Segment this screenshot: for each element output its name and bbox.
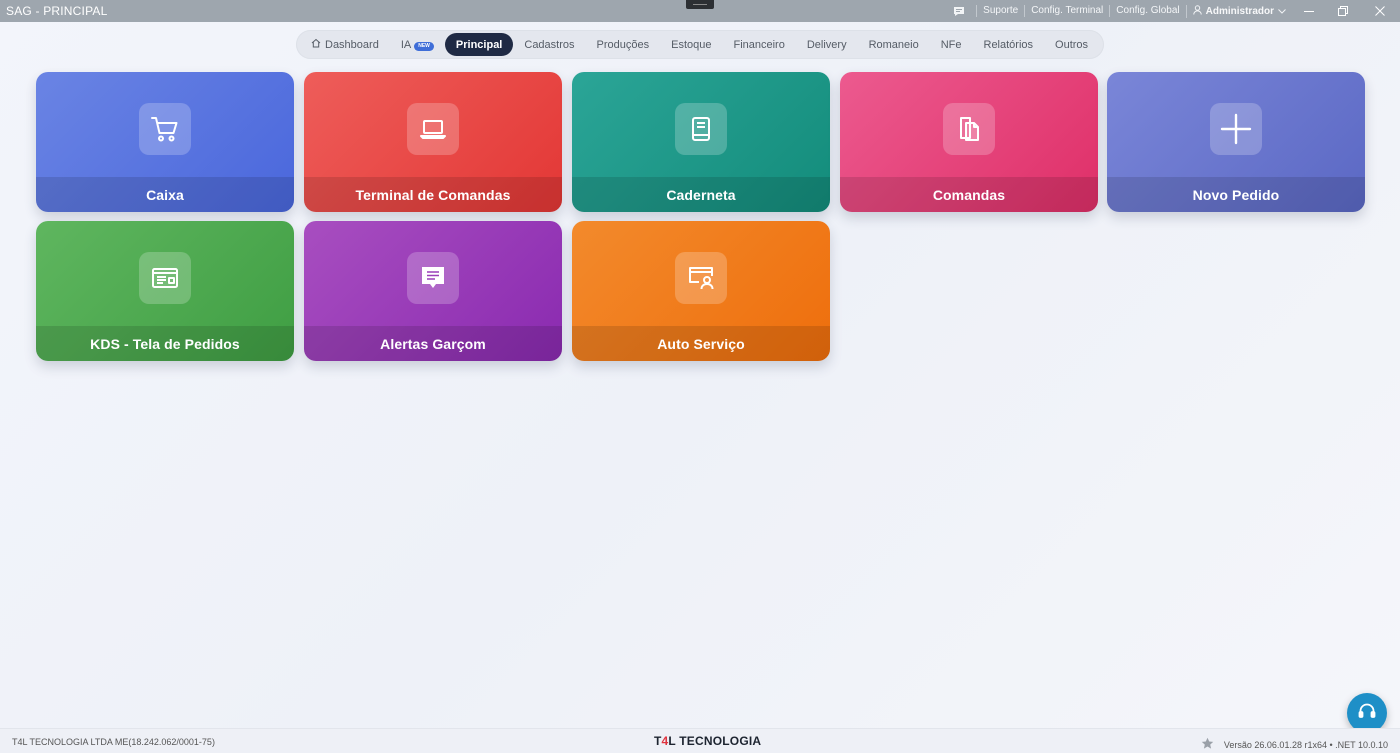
- tab-label: Outros: [1055, 38, 1089, 51]
- chat-icon[interactable]: [952, 5, 966, 17]
- display-icon: [139, 252, 191, 304]
- cart-icon: [139, 103, 191, 155]
- config-global-link[interactable]: Config. Global: [1109, 5, 1185, 17]
- minimize-button[interactable]: [1292, 0, 1326, 22]
- notebook-icon: [675, 103, 727, 155]
- brand-logo: T4L TECNOLOGIA: [654, 734, 761, 748]
- tile-label: Caderneta: [572, 177, 830, 212]
- close-button[interactable]: [1360, 0, 1400, 22]
- support-chat-button[interactable]: [1347, 693, 1387, 733]
- star-icon[interactable]: [1201, 737, 1214, 752]
- tile-auto-servico[interactable]: Auto Serviço: [572, 221, 830, 361]
- tile-label: Comandas: [840, 177, 1098, 212]
- version-text: Versão 26.06.01.28 r1x64 • .NET 10.0.10: [1223, 739, 1388, 750]
- window-title: SAG - PRINCIPAL: [6, 4, 108, 18]
- tile-kds[interactable]: KDS - Tela de Pedidos: [36, 221, 294, 361]
- tile-label: Terminal de Comandas: [304, 177, 562, 212]
- tab-ia[interactable]: IA NEW: [390, 33, 445, 56]
- tab-label: Dashboard: [325, 38, 379, 51]
- main-nav: Dashboard IA NEW Principal Cadastros Pro…: [296, 30, 1104, 59]
- chevron-down-icon: [1278, 6, 1286, 17]
- tile-label: KDS - Tela de Pedidos: [36, 326, 294, 361]
- tab-label: Romaneio: [868, 38, 919, 51]
- version-info: Versão 26.06.01.28 r1x64 • .NET 10.0.10: [1201, 737, 1388, 752]
- tab-dashboard[interactable]: Dashboard: [300, 33, 390, 56]
- tab-label: Principal: [455, 38, 503, 51]
- tab-relatorios[interactable]: Relatórios: [973, 33, 1045, 56]
- message-icon: [407, 252, 459, 304]
- laptop-icon: [407, 103, 459, 155]
- tile-terminal-comandas[interactable]: Terminal de Comandas: [304, 72, 562, 212]
- kiosk-user-icon: [675, 252, 727, 304]
- tile-label: Caixa: [36, 177, 294, 212]
- tab-outros[interactable]: Outros: [1044, 33, 1099, 56]
- tab-label: Estoque: [671, 38, 712, 51]
- tab-romaneio[interactable]: Romaneio: [858, 33, 930, 56]
- tab-cadastros[interactable]: Cadastros: [513, 33, 585, 56]
- user-menu[interactable]: Administrador: [1185, 4, 1292, 18]
- restore-button[interactable]: [1326, 0, 1360, 22]
- tile-alertas-garcom[interactable]: Alertas Garçom: [304, 221, 562, 361]
- tile-label: Auto Serviço: [572, 326, 830, 361]
- drag-handle[interactable]: [686, 0, 714, 9]
- title-bar: SAG - PRINCIPAL Suporte Config. Terminal…: [0, 0, 1400, 22]
- brand-part: L TECNOLOGIA: [668, 734, 762, 748]
- tab-label: Financeiro: [733, 38, 785, 51]
- user-icon: [1192, 4, 1202, 18]
- status-bar: T4L TECNOLOGIA LTDA ME(18.242.062/0001-7…: [0, 728, 1400, 753]
- brand-part: T: [654, 734, 662, 748]
- tab-financeiro[interactable]: Financeiro: [722, 33, 795, 56]
- tab-delivery[interactable]: Delivery: [796, 33, 858, 56]
- tab-label: IA: [400, 38, 412, 51]
- tab-label: Cadastros: [524, 38, 575, 51]
- home-icon: [311, 38, 321, 51]
- title-bar-actions: Suporte Config. Terminal Config. Global …: [952, 0, 1400, 22]
- tab-label: Delivery: [806, 38, 847, 51]
- headset-icon: [1357, 701, 1377, 726]
- tile-caderneta[interactable]: Caderneta: [572, 72, 830, 212]
- tile-novo-pedido[interactable]: Novo Pedido: [1107, 72, 1365, 212]
- new-badge: NEW: [414, 42, 434, 51]
- tile-comandas[interactable]: Comandas: [840, 72, 1098, 212]
- tile-label: Novo Pedido: [1107, 177, 1365, 212]
- user-name: Administrador: [1205, 5, 1274, 17]
- support-link[interactable]: Suporte: [976, 5, 1024, 17]
- config-terminal-link[interactable]: Config. Terminal: [1024, 5, 1109, 17]
- tab-nfe[interactable]: NFe: [930, 33, 973, 56]
- tab-label: Produções: [596, 38, 650, 51]
- tab-estoque[interactable]: Estoque: [660, 33, 722, 56]
- tab-producoes[interactable]: Produções: [586, 33, 661, 56]
- tab-label: Relatórios: [983, 38, 1034, 51]
- plus-icon: [1210, 103, 1262, 155]
- company-info: T4L TECNOLOGIA LTDA ME(18.242.062/0001-7…: [12, 737, 215, 747]
- documents-icon: [943, 103, 995, 155]
- tab-label: NFe: [940, 38, 962, 51]
- tile-caixa[interactable]: Caixa: [36, 72, 294, 212]
- tab-principal[interactable]: Principal: [444, 33, 514, 56]
- tile-label: Alertas Garçom: [304, 326, 562, 361]
